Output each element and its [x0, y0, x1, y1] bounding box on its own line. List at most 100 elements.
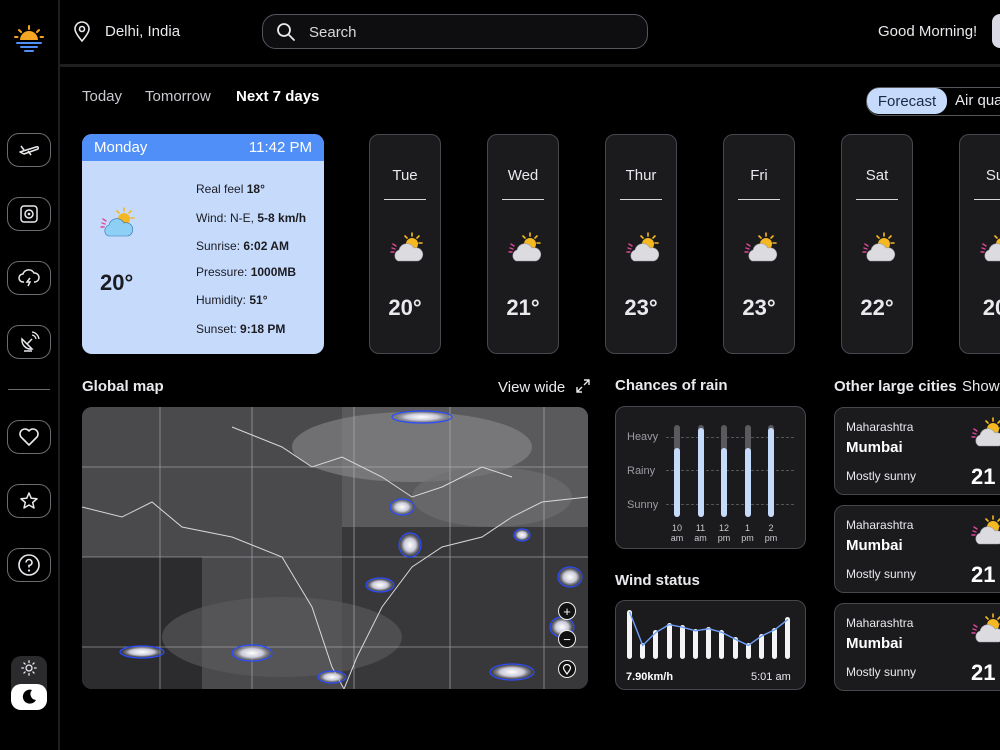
theme-toggle[interactable]: [11, 656, 47, 710]
forecast-divider: [738, 199, 780, 200]
rain-bar: [768, 425, 774, 517]
sunrise-label: Sunrise:: [196, 239, 241, 253]
sun-cloud-icon: [980, 231, 1000, 270]
rain-period: am: [694, 533, 707, 543]
forecast-temperature: 20°: [388, 295, 422, 320]
help-icon: [18, 554, 40, 576]
rain-gridline: [666, 504, 794, 505]
city-card[interactable]: Maharashtra Mumbai Mostly sunny 21: [834, 505, 1000, 593]
city-state: Maharashtra: [846, 420, 914, 434]
lightning-button[interactable]: [7, 261, 51, 295]
rain-bar-fill: [721, 448, 727, 517]
forecast-day-name: Su: [985, 167, 1000, 184]
city-card[interactable]: Maharashtra Mumbai Mostly sunny 21: [834, 603, 1000, 691]
forecast-temperature: 22°: [860, 295, 894, 320]
rain-period: am: [670, 533, 684, 543]
rain-hour: 11: [695, 523, 706, 533]
minus-icon: −: [563, 631, 571, 647]
rain-title: Chances of rain: [615, 377, 728, 394]
city-temperature: 21: [971, 660, 996, 685]
city-condition: Mostly sunny: [846, 469, 917, 483]
today-time: 11:42 PM: [248, 139, 312, 156]
real-feel-value: 18°: [246, 182, 265, 196]
rain-hour: 12: [718, 523, 729, 533]
forecast-day-card[interactable]: Su 20: [959, 134, 1000, 354]
forecast-divider: [856, 199, 898, 200]
zoom-out-button[interactable]: −: [558, 630, 576, 648]
zoom-in-button[interactable]: +: [558, 602, 576, 620]
forecast-temperature: 20: [982, 295, 1000, 320]
sun-cloud-icon: [971, 416, 1000, 455]
city-condition: Mostly sunny: [846, 567, 917, 581]
flight-button[interactable]: [7, 133, 51, 167]
forecast-day-card[interactable]: Tue 20°: [369, 134, 441, 354]
cities-title: Other large cities: [834, 378, 957, 395]
forecast-divider: [502, 199, 544, 200]
forecast-temperature: 23°: [742, 295, 776, 320]
forecast-day-card[interactable]: Wed 21°: [487, 134, 559, 354]
city-state: Maharashtra: [846, 518, 914, 532]
plus-icon: +: [563, 603, 571, 619]
rain-gridline: [666, 437, 794, 438]
today-card-header: Monday 11:42 PM: [82, 134, 324, 161]
radar-button[interactable]: [7, 325, 51, 359]
sun-cloud-icon: [626, 231, 662, 270]
forecast-tab[interactable]: Forecast: [867, 88, 947, 114]
today-card[interactable]: Monday 11:42 PM 20° Real feel 18° Wind: …: [82, 134, 324, 354]
sidebar-divider: [8, 389, 50, 390]
sunrise-value: 6:02 AM: [243, 239, 289, 253]
view-wide-link[interactable]: View wide: [498, 378, 591, 396]
tab-tomorrow[interactable]: Tomorrow: [145, 88, 211, 105]
forecast-day-name: Thur: [625, 167, 657, 184]
forecast-day-card[interactable]: Thur 23°: [605, 134, 677, 354]
search-icon: [277, 23, 295, 41]
wind-row: Wind: N-E, 5-8 km/h: [196, 211, 306, 225]
show-all-link[interactable]: Show: [962, 378, 1000, 395]
city-card[interactable]: Maharashtra Mumbai Mostly sunny 21: [834, 407, 1000, 495]
forecast-day-card[interactable]: Sat 22°: [841, 134, 913, 354]
city-state: Maharashtra: [846, 616, 914, 630]
today-day: Monday: [94, 139, 148, 156]
forecast-day-name: Tue: [392, 167, 418, 184]
rain-chart: Heavy Rainy Sunny 10 am 11 am 12 pm 1 pm 2 pm: [615, 406, 806, 549]
sun-cloud-icon: [862, 231, 898, 270]
favorites-button[interactable]: [7, 420, 51, 454]
rain-time-label: 11 am: [690, 523, 712, 543]
rain-period: pm: [764, 533, 778, 543]
sun-cloud-icon: [508, 231, 544, 270]
storm-button[interactable]: [7, 197, 51, 231]
search-bar[interactable]: [262, 14, 648, 49]
city-name: Mumbai: [846, 537, 903, 554]
app-logo-sunrise-icon: [14, 24, 44, 59]
rain-period: pm: [717, 533, 731, 543]
satellite-map-image: [82, 407, 588, 689]
sunset-value: 9:18 PM: [240, 322, 286, 336]
rain-time-label: 2 pm: [760, 523, 782, 543]
view-toggle: Forecast Air qua: [866, 87, 1000, 116]
avatar[interactable]: [992, 14, 1000, 48]
rain-time-label: 10 am: [666, 523, 688, 543]
forecast-day-card[interactable]: Fri 23°: [723, 134, 795, 354]
city-temperature: 21: [971, 562, 996, 587]
humidity-row: Humidity: 51°: [196, 293, 268, 307]
cyclone-icon: [20, 205, 38, 223]
help-button[interactable]: [7, 548, 51, 582]
location-label[interactable]: Delhi, India: [105, 23, 180, 40]
wind-label: Wind: N-E,: [196, 211, 255, 225]
dark-mode-option[interactable]: [11, 684, 47, 710]
city-temperature: 21: [971, 464, 996, 489]
rain-level-rainy: Rainy: [627, 465, 656, 477]
my-location-button[interactable]: [558, 660, 576, 678]
humidity-value: 51°: [249, 293, 268, 307]
wind-chart: 7.90km/h 5:01 am: [615, 600, 806, 690]
air-quality-tab[interactable]: Air qua: [955, 92, 1000, 109]
pressure-row: Pressure: 1000MB: [196, 265, 296, 279]
tab-today[interactable]: Today: [82, 88, 122, 105]
real-feel-label: Real feel: [196, 182, 244, 196]
tab-next-7-days[interactable]: Next 7 days: [236, 88, 319, 105]
sunset-label: Sunset:: [196, 322, 237, 336]
search-input[interactable]: [307, 21, 631, 43]
satellite-map[interactable]: + −: [82, 407, 588, 689]
starred-button[interactable]: [7, 484, 51, 518]
expand-icon: [576, 379, 591, 393]
